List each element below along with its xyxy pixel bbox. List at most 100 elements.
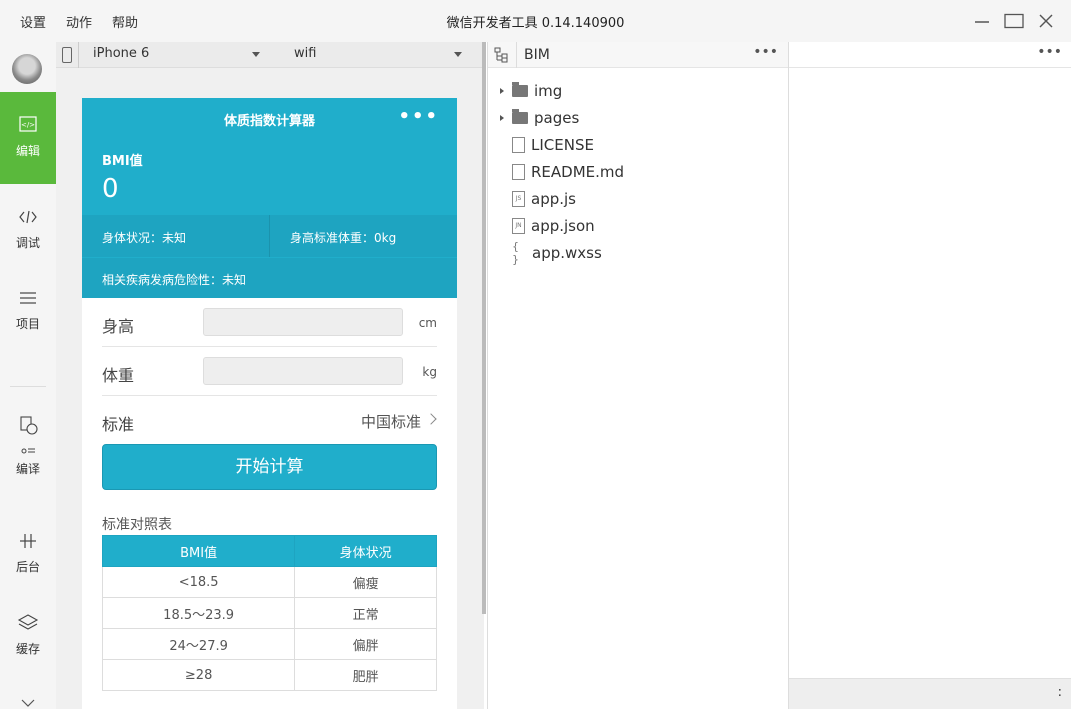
table-header: 身体状况 [294, 535, 437, 567]
simulator-panel: iPhone 6 wifi 体质指数计算器 ••• BMI值 0 身体状况：未知… [56, 42, 486, 709]
json-file-icon: JN [512, 218, 525, 234]
sidebar: </> 编辑 调试 项目 编译 后台 缓存 [0, 42, 56, 709]
network-select[interactable]: wifi [294, 46, 316, 61]
tree-folder-img[interactable]: img [500, 80, 562, 102]
code-icon: </> [19, 116, 37, 132]
table-cell: 18.5～23.9 [101, 597, 296, 629]
tree-folder-pages[interactable]: pages [500, 107, 579, 129]
backend-icon [20, 534, 36, 548]
tree-item-label: LICENSE [531, 136, 594, 154]
table-cell: ≥28 [101, 659, 296, 691]
table-header: BMI值 [101, 535, 296, 567]
window-title: 微信开发者工具 0.14.140900 [446, 16, 625, 31]
file-icon [512, 137, 525, 153]
standard-label: 标准 [102, 415, 135, 434]
height-row: 身高 cm [102, 298, 437, 347]
svg-text:</>: </> [21, 121, 35, 129]
sidebar-item-label: 项目 [15, 317, 40, 331]
height-input[interactable] [203, 308, 403, 336]
sidebar-item-label: 缓存 [15, 642, 40, 656]
result-header: 体质指数计算器 ••• BMI值 0 身体状况：未知 身高标准体重：0kg 相关… [82, 98, 457, 298]
sidebar-item-label: 后台 [15, 560, 40, 574]
file-tree-panel: BIM ••• img pages LICENSE README.md JS a… [487, 42, 788, 709]
tree-file-app-json[interactable]: JN app.json [500, 215, 595, 237]
table-row: 24～27.9 偏胖 [101, 628, 437, 660]
calculate-button[interactable]: 开始计算 [102, 444, 437, 490]
sidebar-item-backend[interactable]: 后台 [0, 508, 56, 600]
body-status: 身体状况：未知 [82, 215, 270, 257]
more-options-button[interactable]: ••• [1037, 44, 1062, 60]
file-tree-header: BIM ••• [488, 42, 788, 68]
avatar[interactable] [12, 54, 42, 84]
close-button[interactable] [1035, 10, 1057, 32]
tree-item-label: pages [534, 109, 580, 127]
status-row: 身体状况：未知 身高标准体重：0kg [82, 215, 457, 257]
chevron-down-icon[interactable] [454, 52, 462, 57]
maximize-icon [1004, 13, 1024, 29]
minimize-icon [975, 21, 989, 23]
close-icon [1039, 14, 1053, 28]
chevron-down-icon[interactable] [252, 52, 260, 57]
status-indicator: : [1057, 685, 1062, 700]
caret-right-icon[interactable] [500, 88, 504, 94]
device-select[interactable]: iPhone 6 [93, 46, 149, 61]
weight-label: 体重 [102, 366, 135, 385]
caret-right-icon[interactable] [500, 115, 504, 121]
standard-row[interactable]: 标准 中国标准 [102, 396, 437, 445]
table-row: 18.5～23.9 正常 [101, 597, 437, 629]
simulator-toolbar: iPhone 6 wifi [56, 42, 484, 68]
height-label: 身高 [102, 317, 135, 336]
table-cell: 24～27.9 [101, 628, 296, 660]
sidebar-item-debug[interactable]: 调试 [0, 184, 56, 276]
tree-file-app-wxss[interactable]: { } app.wxss [500, 240, 602, 266]
table-row: <18.5 偏瘦 [101, 566, 437, 598]
project-name: BIM [524, 47, 550, 63]
sidebar-item-project[interactable]: 项目 [0, 265, 56, 357]
reference-table: BMI值 身体状况 <18.5 偏瘦 18.5～23.9 正常 24～27.9 … [101, 535, 437, 691]
tree-file-app-js[interactable]: JS app.js [500, 188, 576, 210]
file-icon [512, 164, 525, 180]
tree-file-license[interactable]: LICENSE [500, 134, 594, 156]
weight-input[interactable] [203, 357, 403, 385]
bmi-value: 0 [102, 174, 119, 204]
height-unit: cm [418, 316, 437, 330]
bmi-label: BMI值 [102, 154, 143, 169]
reference-title: 标准对照表 [102, 517, 172, 533]
device-icon [62, 47, 72, 63]
sidebar-item-label: 调试 [15, 236, 40, 250]
layers-icon [17, 614, 39, 630]
minimize-button[interactable] [971, 10, 993, 32]
table-header-row: BMI值 身体状况 [101, 535, 437, 567]
more-options-button[interactable]: ••• [753, 44, 778, 60]
sidebar-item-edit[interactable]: </> 编辑 [0, 92, 56, 184]
tree-file-readme[interactable]: README.md [500, 161, 624, 183]
braces-icon: { } [512, 240, 519, 266]
sidebar-item-label: 编辑 [15, 144, 40, 158]
table-cell: 正常 [294, 597, 437, 629]
tree-item-label: README.md [531, 163, 625, 181]
standard-weight: 身高标准体重：0kg [290, 231, 397, 245]
title-bar: 设置 动作 帮助 微信开发者工具 0.14.140900 [0, 0, 1071, 42]
more-menu-button[interactable]: ••• [398, 106, 439, 127]
simulator-scrollbar[interactable] [482, 42, 486, 614]
maximize-button[interactable] [1003, 10, 1025, 32]
tree-item-label: app.wxss [532, 244, 602, 262]
tree-icon[interactable] [494, 47, 508, 63]
sidebar-item-compile[interactable]: 编译 [0, 402, 56, 494]
chevron-down-icon[interactable] [20, 698, 36, 708]
editor-header: ••• [789, 42, 1071, 68]
tree-item-label: img [534, 82, 563, 100]
sidebar-item-label: 编译 [15, 462, 40, 476]
table-cell: 偏瘦 [294, 566, 437, 598]
list-icon [20, 292, 36, 304]
weight-unit: kg [422, 365, 437, 379]
sidebar-item-cache[interactable]: 缓存 [0, 590, 56, 682]
table-cell: 肥胖 [294, 659, 437, 691]
editor-panel: ••• : [788, 42, 1071, 709]
chevron-right-icon [425, 413, 437, 425]
folder-icon [512, 82, 528, 97]
standard-select[interactable]: 中国标准 [361, 411, 421, 432]
folder-icon [512, 109, 528, 124]
status-bar: : [789, 678, 1071, 709]
table-cell: <18.5 [101, 566, 296, 598]
